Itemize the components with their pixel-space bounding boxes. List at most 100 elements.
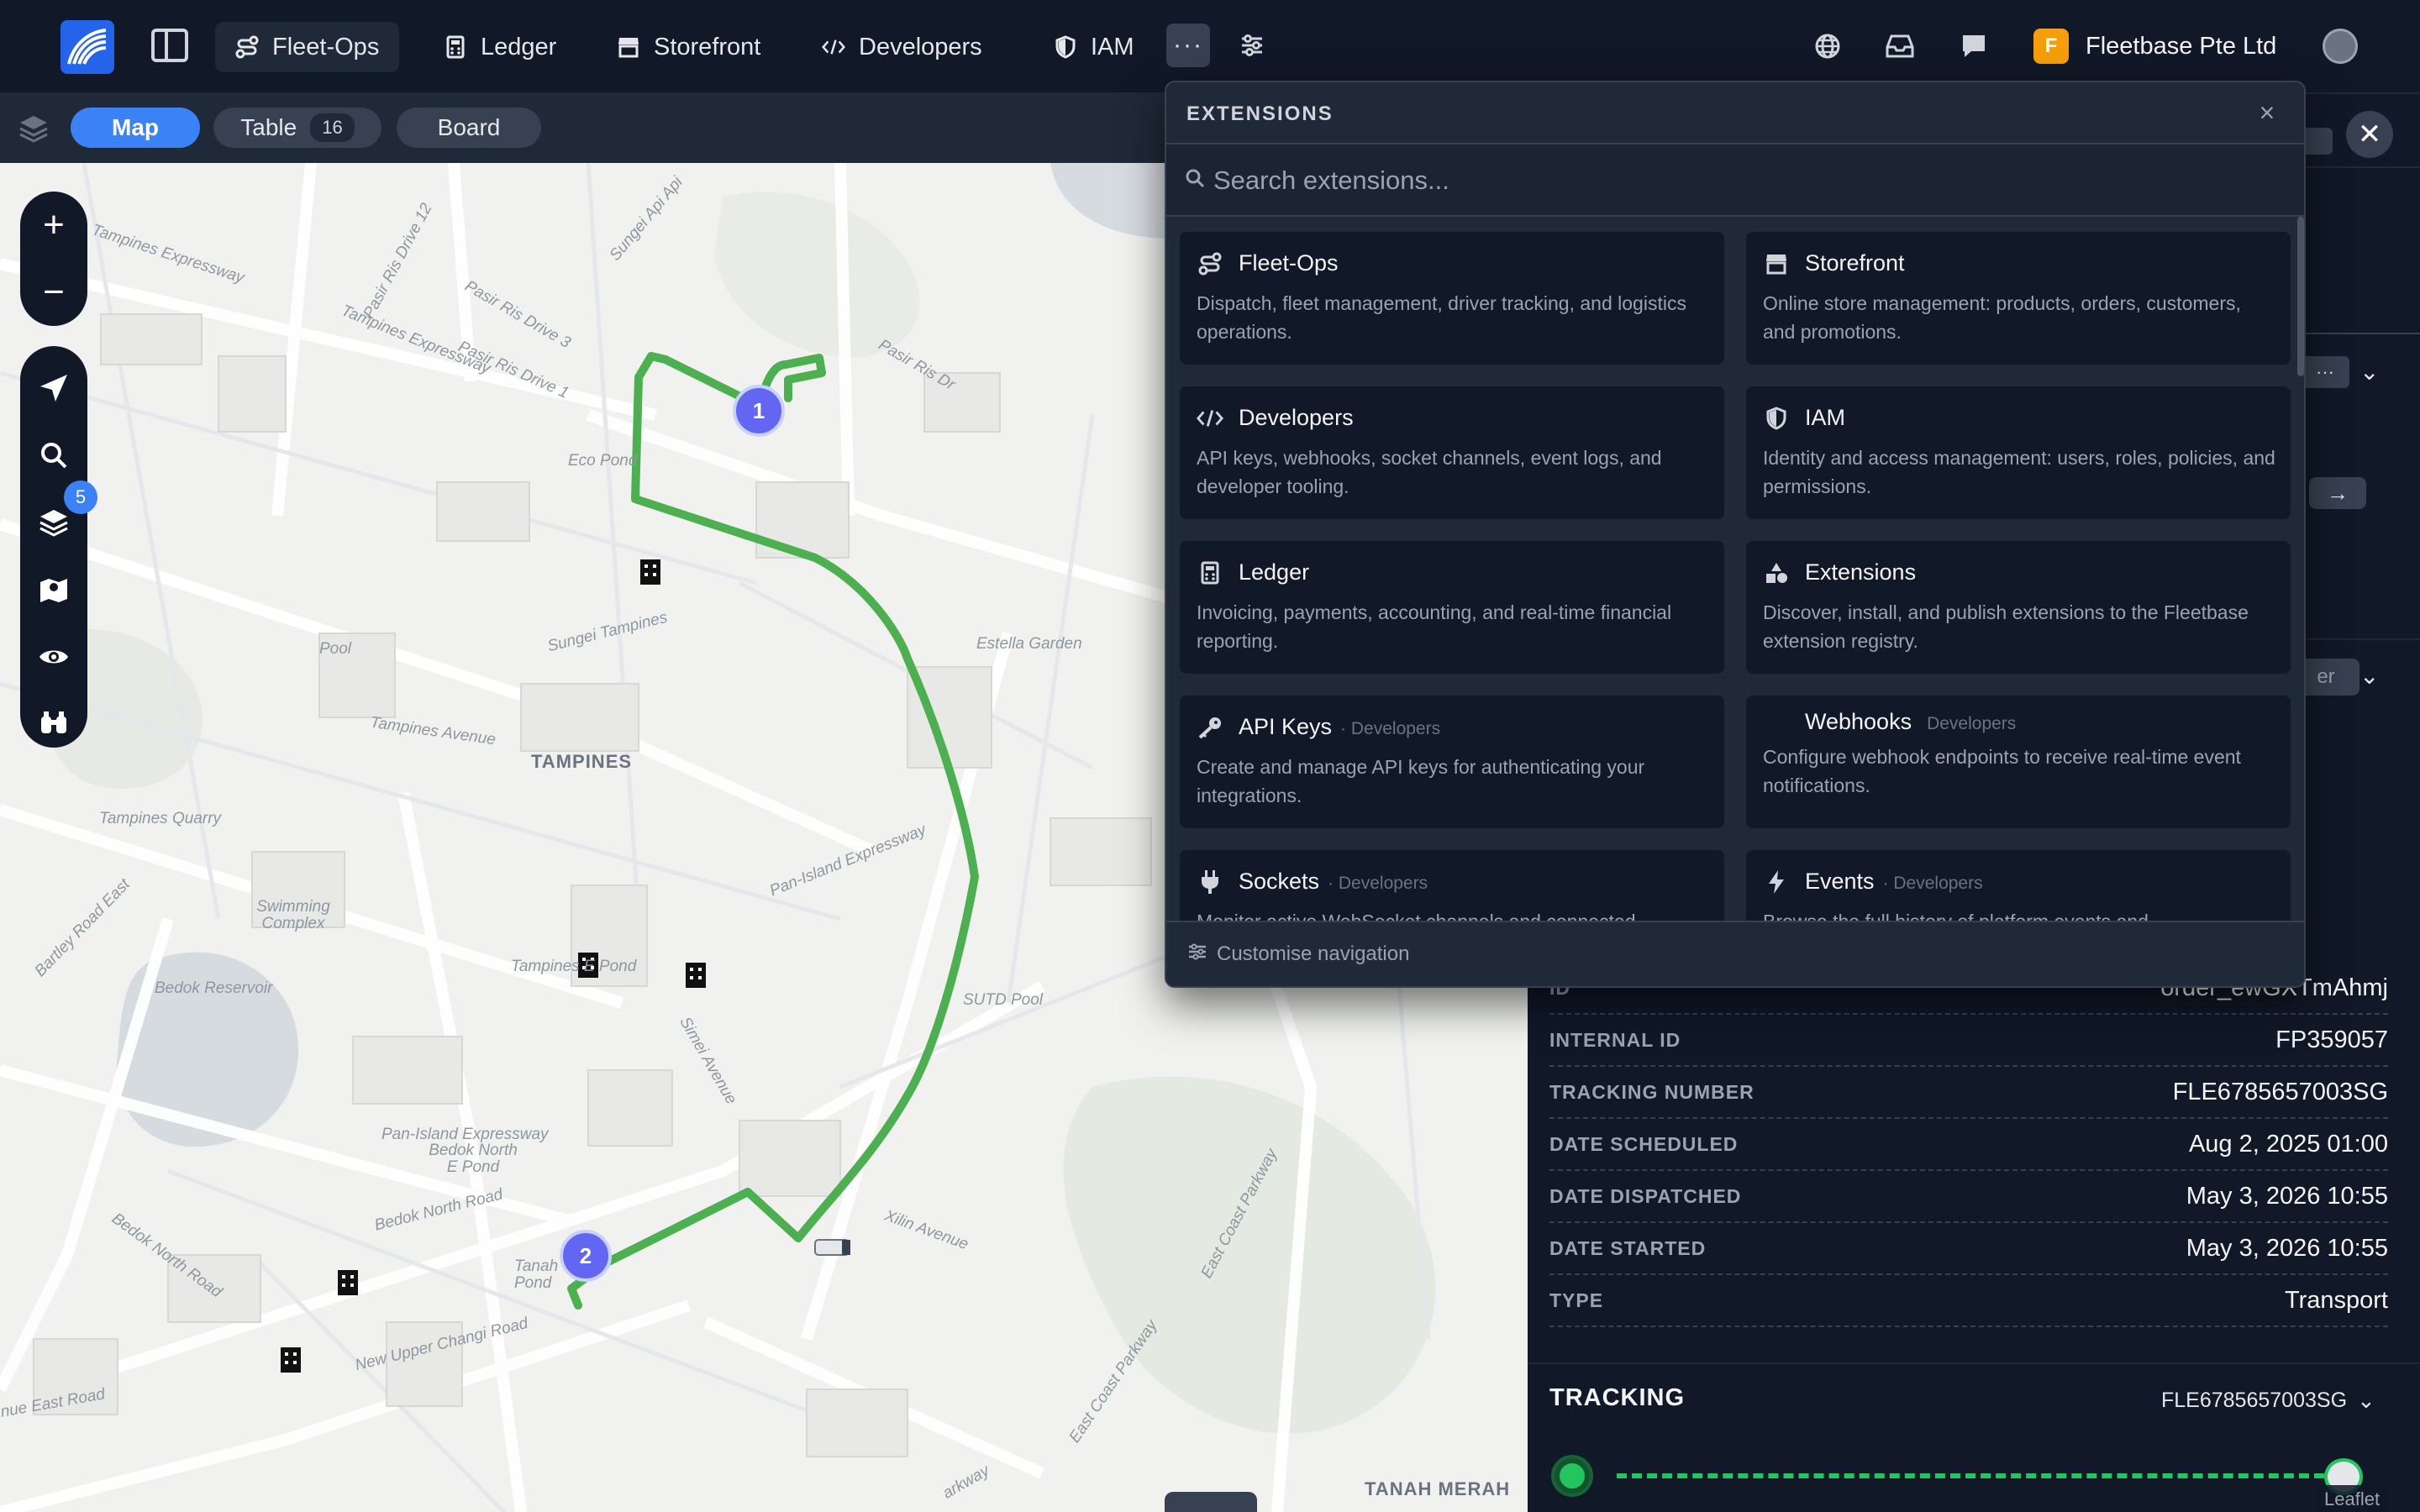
code-icon	[822, 35, 845, 59]
calculator-icon	[444, 35, 467, 59]
globe-icon[interactable]	[1812, 30, 1844, 62]
extension-parent: · Developers	[1340, 719, 1441, 738]
extensions-search	[1166, 144, 2304, 217]
extension-card-developers[interactable]: Developers API keys, webhooks, socket ch…	[1178, 385, 1726, 521]
extension-description: Configure webhook endpoints to receive r…	[1763, 746, 2241, 796]
nav-item-label: Ledger	[481, 33, 557, 60]
nav-item-storefront[interactable]: Storefront	[597, 22, 781, 72]
more-extensions-button[interactable]: ···	[1166, 24, 1210, 67]
map-attribution[interactable]: Leaflet	[2316, 1485, 2389, 1512]
nav-item-developers[interactable]: Developers	[802, 22, 1002, 72]
customise-navigation-link[interactable]: Customise navigation	[1188, 942, 1409, 966]
extension-card-fleet-ops[interactable]: Fleet-Ops Dispatch, fleet management, dr…	[1178, 230, 1726, 366]
shield-icon	[1054, 35, 1077, 59]
extension-name: Extensions	[1805, 559, 1916, 585]
tab-map[interactable]: Map	[71, 108, 200, 148]
bolt-icon	[1763, 869, 1790, 895]
zoom-out-button[interactable]: −	[20, 259, 87, 326]
detail-value: FLE6785657003SG	[2172, 1078, 2388, 1105]
extension-card-extensions[interactable]: Extensions Discover, install, and publis…	[1744, 539, 2292, 675]
map-label: TANAH MERAH	[1365, 1478, 1511, 1499]
extension-parent: Developers	[1927, 714, 2017, 733]
extension-name-text: Storefront	[1805, 250, 1905, 276]
layers-icon[interactable]	[18, 114, 52, 144]
extension-card-api-keys[interactable]: API Keys · Developers Create and manage A…	[1178, 694, 1726, 830]
map-tools-panel	[20, 346, 87, 748]
map-location-icon[interactable]	[20, 564, 87, 615]
extension-description: Dispatch, fleet management, driver track…	[1197, 292, 1686, 343]
extension-name-text: Ledger	[1239, 559, 1310, 585]
extension-name-text: API Keys	[1239, 714, 1333, 739]
route-stop-marker[interactable]: 2	[560, 1230, 612, 1282]
chat-icon[interactable]	[1958, 30, 1990, 62]
tab-label: Board	[437, 114, 501, 140]
more-options-button[interactable]: ···	[2301, 356, 2349, 388]
tracking-number-select[interactable]: FLE6785657003SG ⌄	[2161, 1388, 2375, 1414]
tab-table[interactable]: Table 16	[213, 108, 381, 148]
extension-card-iam[interactable]: IAM Identity and access management: user…	[1744, 385, 2292, 521]
extensions-footer: Customise navigation	[1166, 921, 2304, 986]
detail-key: TRACKING NUMBER	[1549, 1080, 1754, 1103]
sliders-icon[interactable]	[1234, 27, 1270, 64]
store-icon	[1763, 250, 1790, 277]
map-label: Pool	[319, 640, 352, 658]
bottom-drawer-handle[interactable]	[1165, 1492, 1257, 1512]
extension-parent: · Developers	[1328, 874, 1428, 893]
extension-description: Identity and access management: users, r…	[1763, 447, 2275, 497]
extensions-grid: Fleet-Ops Dispatch, fleet management, dr…	[1166, 217, 2304, 921]
nav-item-ledger[interactable]: Ledger	[424, 22, 576, 72]
nav-item-fleet-ops[interactable]: Fleet-Ops	[215, 22, 400, 72]
extension-card-storefront[interactable]: Storefront Online store management: prod…	[1744, 230, 2292, 366]
status-select-label: er	[2317, 665, 2335, 688]
user-avatar[interactable]	[2323, 29, 2358, 64]
binoculars-icon[interactable]	[20, 697, 87, 748]
extension-card-ledger[interactable]: Ledger Invoicing, payments, accounting, …	[1178, 539, 1726, 675]
extension-name-text: IAM	[1805, 405, 1846, 430]
shapes-icon	[1763, 559, 1790, 586]
organization-switcher[interactable]: F Fleetbase Pte Ltd	[2033, 29, 2276, 64]
route-stop-marker[interactable]: 1	[733, 385, 785, 437]
detail-row-internal-id: INTERNAL ID FP359057	[1549, 1015, 2388, 1067]
extension-name: Events · Developers	[1805, 869, 1983, 895]
tracking-section-title: TRACKING	[1549, 1384, 1686, 1411]
calculator-icon	[1197, 559, 1223, 586]
extension-name: API Keys · Developers	[1239, 714, 1440, 740]
map-label: Bedok Reservoir	[155, 979, 273, 997]
arrow-right-icon[interactable]: →	[2309, 477, 2366, 509]
route-icon	[235, 35, 259, 59]
extension-name: Webhooks Developers	[1805, 709, 2016, 735]
extension-name: Fleet-Ops	[1239, 250, 1339, 276]
tab-label: Map	[112, 114, 159, 140]
extension-name: Ledger	[1239, 559, 1309, 585]
extension-card-webhooks[interactable]: Webhooks Developers Configure webhook end…	[1744, 694, 2292, 830]
customise-navigation-label: Customise navigation	[1217, 942, 1410, 965]
detail-row-date-started: DATE STARTED May 3, 2026 10:55	[1549, 1223, 2388, 1275]
search-extensions-input[interactable]	[1213, 158, 2222, 203]
zoom-in-button[interactable]: +	[20, 192, 87, 259]
extensions-popover: EXTENSIONS × Fleet-Ops Dispatch, fleet m…	[1165, 81, 2306, 988]
close-icon[interactable]: ×	[2252, 97, 2282, 128]
map-label: TAMPINES	[531, 751, 633, 772]
sidebar-toggle-button[interactable]	[151, 29, 188, 62]
send-icon[interactable]	[20, 363, 87, 413]
extension-card-events[interactable]: Events · Developers Browse the full histo…	[1744, 848, 2292, 921]
logo-icon	[67, 29, 107, 65]
tab-board[interactable]: Board	[397, 108, 541, 148]
detail-key: INTERNAL ID	[1549, 1028, 1681, 1051]
fleetbase-logo[interactable]	[60, 20, 114, 74]
nav-item-iam[interactable]: IAM	[1034, 22, 1155, 72]
sliders-icon	[1188, 942, 1207, 966]
eye-icon[interactable]	[20, 632, 87, 682]
detail-key: TYPE	[1549, 1289, 1604, 1311]
extension-card-sockets[interactable]: Sockets · Developers Monitor active WebSo…	[1178, 848, 1726, 921]
search-icon[interactable]	[20, 430, 87, 480]
close-panel-button[interactable]: ✕	[2346, 111, 2393, 158]
inbox-icon[interactable]	[1884, 30, 1916, 62]
detail-value: Aug 2, 2025 01:00	[2188, 1130, 2388, 1158]
chevron-down-icon[interactable]: ⌄	[2360, 358, 2379, 386]
zoom-controls: + −	[20, 192, 87, 326]
chevron-down-icon[interactable]: ⌄	[2360, 662, 2379, 690]
extension-description: Create and manage API keys for authentic…	[1197, 756, 1645, 806]
extension-name: Storefront	[1805, 250, 1905, 276]
extensions-scrollbar[interactable]	[2297, 217, 2304, 376]
